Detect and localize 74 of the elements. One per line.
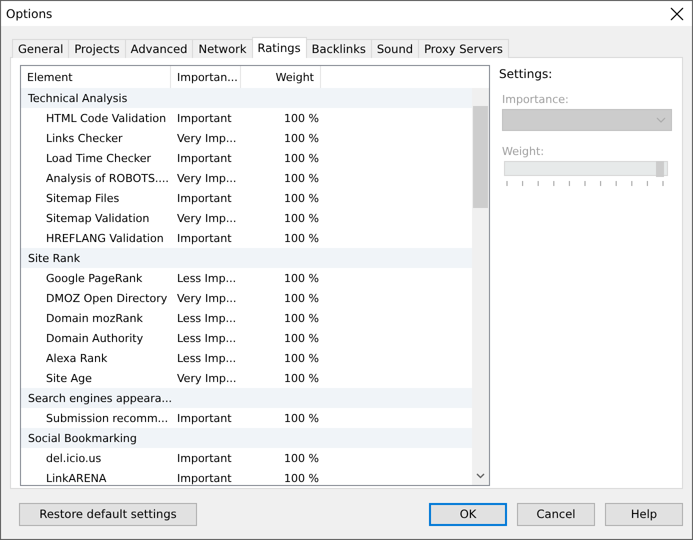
table-cell-text: Domain Authority xyxy=(45,332,144,344)
table-cell-text: 100 % xyxy=(283,172,319,184)
table-cell-text: 100 % xyxy=(283,272,319,284)
scroll-thumb[interactable] xyxy=(473,106,488,208)
table-cell-text: Less Imp... xyxy=(177,332,238,344)
tab[interactable]: Backlinks xyxy=(306,39,372,58)
table-cell-text: 100 % xyxy=(283,352,319,364)
table-cell-text: 100 % xyxy=(283,192,319,204)
table-cell-text: Sitemap Files xyxy=(45,192,120,204)
table-cell-text: Important xyxy=(177,112,233,124)
importance-label: Importance: xyxy=(502,93,570,106)
table-cell-text: Less Imp... xyxy=(177,272,238,284)
table-cell-text: Domain mozRank xyxy=(45,312,144,324)
table-cell-text: Important xyxy=(177,192,233,204)
table-cell-text: Important xyxy=(177,152,233,164)
dialog-button[interactable]: Help xyxy=(605,502,683,526)
table-cell-text: DMOZ Open Directory xyxy=(45,292,168,304)
tab[interactable]: Projects xyxy=(68,39,126,58)
table-cell-text: Very Imp... xyxy=(177,292,238,304)
table-cell-text: HREFLANG Validation xyxy=(45,232,165,244)
table-cell-text: Very Imp... xyxy=(177,172,238,184)
table-cell-text: 100 % xyxy=(283,412,319,424)
table-cell-text: Alexa Rank xyxy=(45,352,108,364)
table-cell-text: del.icio.us xyxy=(45,452,102,464)
table-cell-text: 100 % xyxy=(283,332,319,344)
table-cell-text: Very Imp... xyxy=(177,212,238,224)
dialog-button[interactable]: Cancel xyxy=(517,502,595,526)
table-cell-text: Analysis of ROBOTS.... xyxy=(45,172,170,184)
close-icon[interactable] xyxy=(670,6,684,20)
table-cell-text: Submission recomm... xyxy=(45,412,170,424)
window-title: Options xyxy=(6,6,52,20)
tab[interactable]: Ratings xyxy=(252,37,307,58)
group-row[interactable]: Site Rank xyxy=(21,248,472,268)
table-cell-text: HTML Code Validation xyxy=(45,112,168,124)
table-cell-text: Important xyxy=(177,412,233,424)
table-cell-text: Important xyxy=(177,472,233,484)
weight-label: Weight: xyxy=(502,145,546,158)
table-cell-text: Google PageRank xyxy=(45,272,144,284)
table-cell-text: Less Imp... xyxy=(177,352,238,364)
scrollbar[interactable] xyxy=(472,88,489,485)
table-cell-text: 100 % xyxy=(283,152,319,164)
group-row[interactable]: Technical Analysis xyxy=(21,88,472,108)
table-cell-text: Important xyxy=(177,232,233,244)
tab[interactable]: Network xyxy=(192,39,253,58)
weight-slider[interactable] xyxy=(504,161,668,176)
table-cell-text: Sitemap Validation xyxy=(45,212,150,224)
table-cell-text: Links Checker xyxy=(45,132,124,144)
table-cell-text: 100 % xyxy=(283,112,319,124)
dialog-button[interactable]: Restore default settings xyxy=(19,502,197,526)
table-cell-text: 100 % xyxy=(283,232,319,244)
chevron-down-icon xyxy=(656,117,666,123)
table-cell-text: 100 % xyxy=(283,372,319,384)
table-cell-text: Less Imp... xyxy=(177,312,238,324)
group-row[interactable]: Search engines appeara... xyxy=(21,388,472,408)
table-cell-text: 100 % xyxy=(283,472,319,484)
tab[interactable]: General xyxy=(12,39,70,58)
table-cell-text: 100 % xyxy=(283,292,319,304)
table-cell-text: Very Imp... xyxy=(177,372,238,384)
group-row[interactable]: Social Bookmarking xyxy=(21,428,472,448)
table-cell-text: Load Time Checker xyxy=(45,152,152,164)
table-cell-text: Important xyxy=(177,452,233,464)
table-cell-text: 100 % xyxy=(283,312,319,324)
scroll-down-icon[interactable] xyxy=(476,473,485,479)
table-cell-text: 100 % xyxy=(283,212,319,224)
table-cell-text: Site Age xyxy=(45,372,93,384)
dialog-button[interactable]: OK xyxy=(429,502,507,526)
table-cell-text: Very Imp... xyxy=(177,132,238,144)
tab[interactable]: Proxy Servers xyxy=(418,39,509,58)
table-cell-text: LinkARENA xyxy=(45,472,108,484)
table-cell-text: 100 % xyxy=(283,132,319,144)
tab[interactable]: Advanced xyxy=(124,39,194,58)
table-cell-text: 100 % xyxy=(283,452,319,464)
tab[interactable]: Sound xyxy=(370,39,420,58)
settings-title: Settings: xyxy=(499,67,554,81)
